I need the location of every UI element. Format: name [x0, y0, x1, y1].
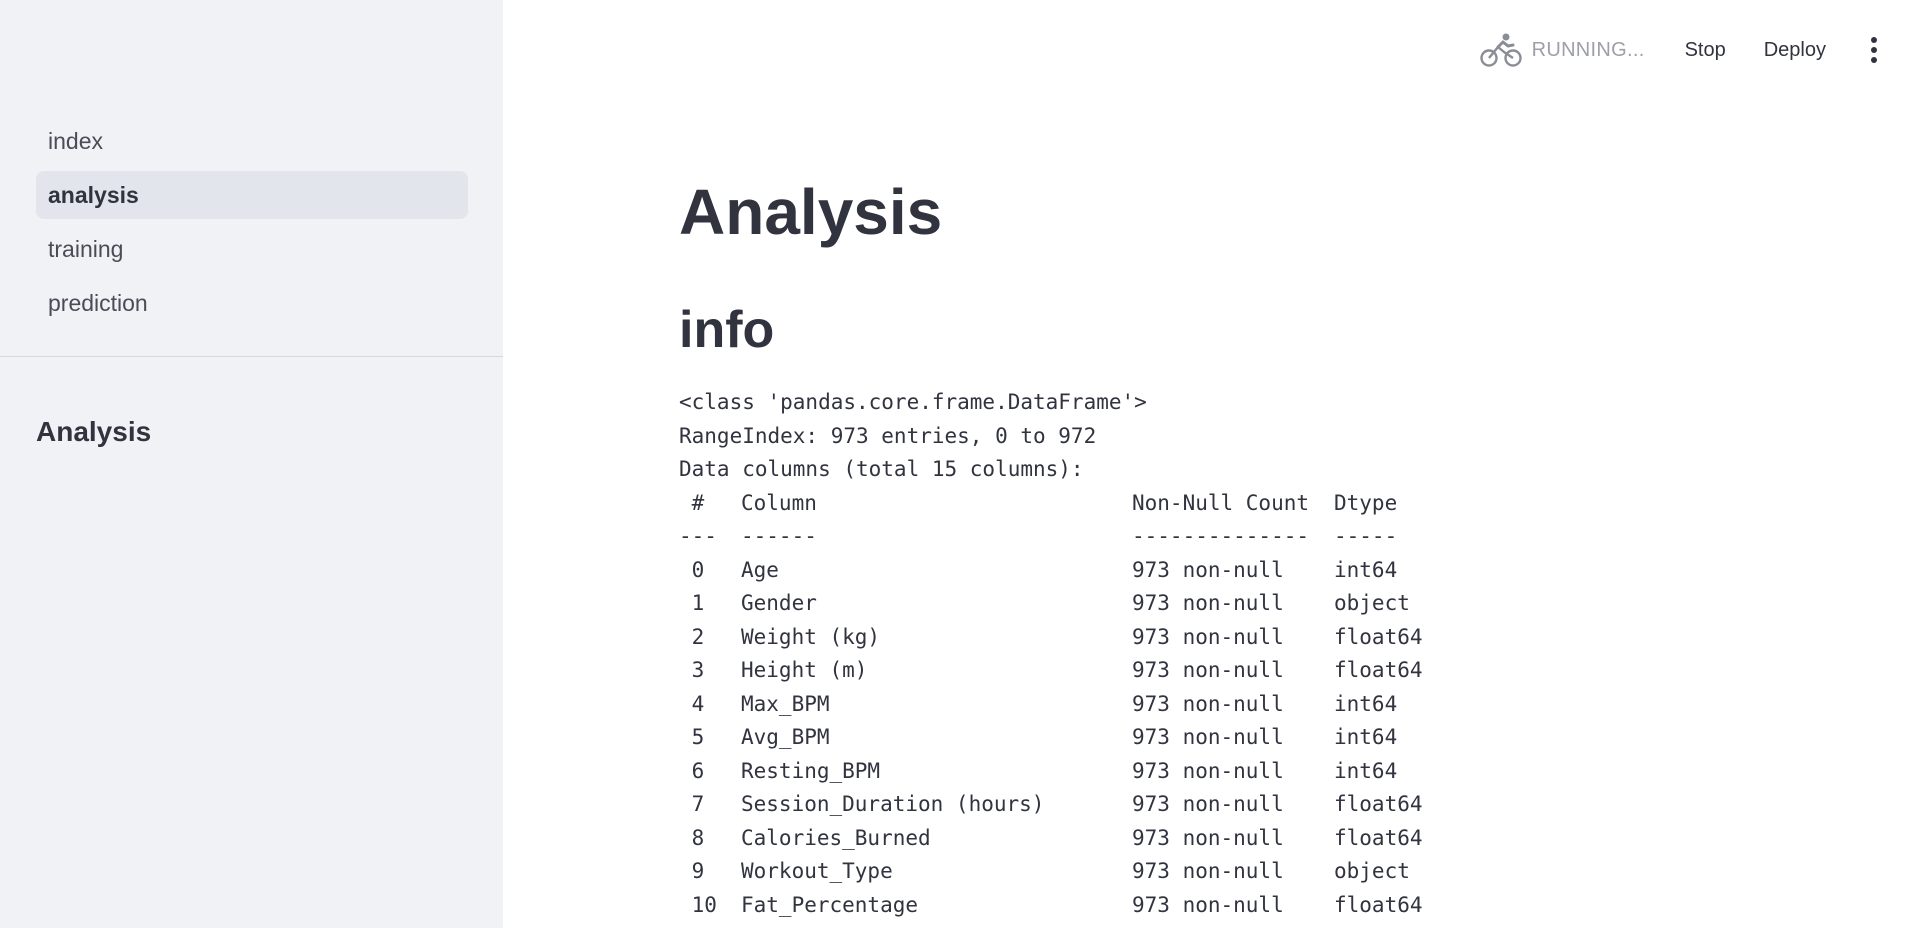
row-idx: 7 [679, 792, 705, 816]
row-column: Calories_Burned [741, 825, 931, 850]
info-row: 8 Calories_Burned 973 non-null float64 [679, 822, 1454, 856]
row-idx: 9 [679, 859, 705, 883]
row-column: Workout_Type [741, 859, 893, 883]
header-column: Column [741, 490, 817, 515]
info-row: 6 Resting_BPM 973 non-null int64 [679, 755, 1454, 789]
info-columns-line: Data columns (total 15 columns): [679, 457, 1084, 481]
row-column: Weight (kg) [741, 624, 881, 649]
sidebar-nav: index analysis training prediction [36, 117, 468, 333]
info-header-row: # Column Non-Null Count Dtype [679, 487, 1454, 521]
row-dtype: float64 [1334, 792, 1423, 816]
header-dtype: Dtype [1334, 490, 1398, 515]
vertical-dots-icon [1871, 47, 1877, 53]
row-count: 973 non-null [1132, 825, 1284, 850]
app-root: index analysis training prediction Analy… [0, 0, 1918, 928]
row-count: 973 non-null [1132, 859, 1284, 883]
sidebar-item-label: training [48, 235, 124, 262]
row-count: 973 non-null [1132, 557, 1284, 582]
sidebar-item-index[interactable]: index [36, 117, 468, 165]
info-row: 10 Fat_Percentage 973 non-null float64 [679, 889, 1454, 923]
info-row: 3 Height (m) 973 non-null float64 [679, 654, 1454, 688]
info-row: 2 Weight (kg) 973 non-null float64 [679, 621, 1454, 655]
row-count: 973 non-null [1132, 892, 1284, 917]
sidebar-heading: Analysis [36, 416, 152, 447]
sidebar-divider [0, 356, 503, 357]
running-cyclist-icon [1479, 33, 1522, 67]
row-count: 973 non-null [1132, 691, 1284, 716]
row-dtype: float64 [1334, 624, 1423, 649]
sidebar-item-analysis[interactable]: analysis [36, 171, 468, 219]
row-count: 973 non-null [1132, 758, 1284, 783]
row-dtype: float64 [1334, 892, 1423, 917]
sep-dtype: ----- [1334, 524, 1398, 548]
row-idx: 4 [679, 691, 705, 716]
sep-column: ------ [741, 524, 817, 548]
info-separator-row: --- ------ -------------- ----- [679, 520, 1454, 554]
row-dtype: float64 [1334, 825, 1423, 850]
header-idx: # [679, 490, 705, 515]
vertical-dots-icon [1871, 57, 1877, 63]
sidebar-item-training[interactable]: training [36, 225, 468, 273]
row-dtype: float64 [1334, 658, 1423, 682]
info-row: 0 Age 973 non-null int64 [679, 554, 1454, 588]
section-title: info [679, 301, 775, 359]
info-row: 5 Avg_BPM 973 non-null int64 [679, 721, 1454, 755]
sidebar-item-prediction[interactable]: prediction [36, 279, 468, 327]
main-menu-button[interactable] [1854, 30, 1894, 70]
row-count: 973 non-null [1132, 658, 1284, 682]
row-dtype: int64 [1334, 758, 1398, 783]
row-idx: 2 [679, 624, 705, 649]
row-column: Age [741, 557, 779, 582]
row-dtype: object [1334, 591, 1410, 615]
row-count: 973 non-null [1132, 591, 1284, 615]
deploy-button[interactable]: Deploy [1754, 33, 1836, 68]
row-dtype: int64 [1334, 691, 1398, 716]
sidebar-item-label: index [48, 127, 103, 154]
row-idx: 3 [679, 658, 705, 682]
info-row: 9 Workout_Type 973 non-null object [679, 855, 1454, 889]
vertical-dots-icon [1871, 37, 1877, 43]
stop-button[interactable]: Stop [1675, 33, 1736, 68]
header-count: Non-Null Count [1132, 490, 1310, 515]
dataframe-info-output: <class 'pandas.core.frame.DataFrame'> Ra… [679, 386, 1454, 922]
sidebar-item-label: prediction [48, 289, 148, 316]
row-column: Height (m) [741, 658, 868, 682]
row-idx: 10 [679, 892, 717, 917]
page-title: Analysis [679, 176, 943, 248]
row-dtype: int64 [1334, 557, 1398, 582]
row-count: 973 non-null [1132, 725, 1284, 749]
row-idx: 6 [679, 758, 705, 783]
top-toolbar: RUNNING... Stop Deploy [1479, 30, 1918, 70]
info-row: 1 Gender 973 non-null object [679, 587, 1454, 621]
sidebar-item-label: analysis [48, 181, 139, 208]
row-idx: 8 [679, 825, 705, 850]
row-dtype: object [1334, 859, 1410, 883]
info-class-line: <class 'pandas.core.frame.DataFrame'> [679, 390, 1147, 414]
row-idx: 5 [679, 725, 705, 749]
row-column: Resting_BPM [741, 758, 881, 783]
row-column: Max_BPM [741, 691, 830, 716]
row-count: 973 non-null [1132, 792, 1284, 816]
running-status: RUNNING... [1531, 38, 1645, 61]
info-row: 7 Session_Duration (hours) 973 non-null … [679, 788, 1454, 822]
sep-count: -------------- [1132, 524, 1310, 548]
row-column: Session_Duration (hours) [741, 792, 1045, 816]
row-count: 973 non-null [1132, 624, 1284, 649]
sep-idx: --- [679, 524, 717, 548]
info-row: 4 Max_BPM 973 non-null int64 [679, 688, 1454, 722]
row-column: Fat_Percentage [741, 892, 919, 917]
row-idx: 1 [679, 591, 705, 615]
row-column: Gender [741, 591, 817, 615]
info-range-line: RangeIndex: 973 entries, 0 to 972 [679, 423, 1097, 448]
row-column: Avg_BPM [741, 725, 830, 749]
row-idx: 0 [679, 557, 705, 582]
row-dtype: int64 [1334, 725, 1398, 749]
sidebar: index analysis training prediction Analy… [0, 0, 503, 928]
